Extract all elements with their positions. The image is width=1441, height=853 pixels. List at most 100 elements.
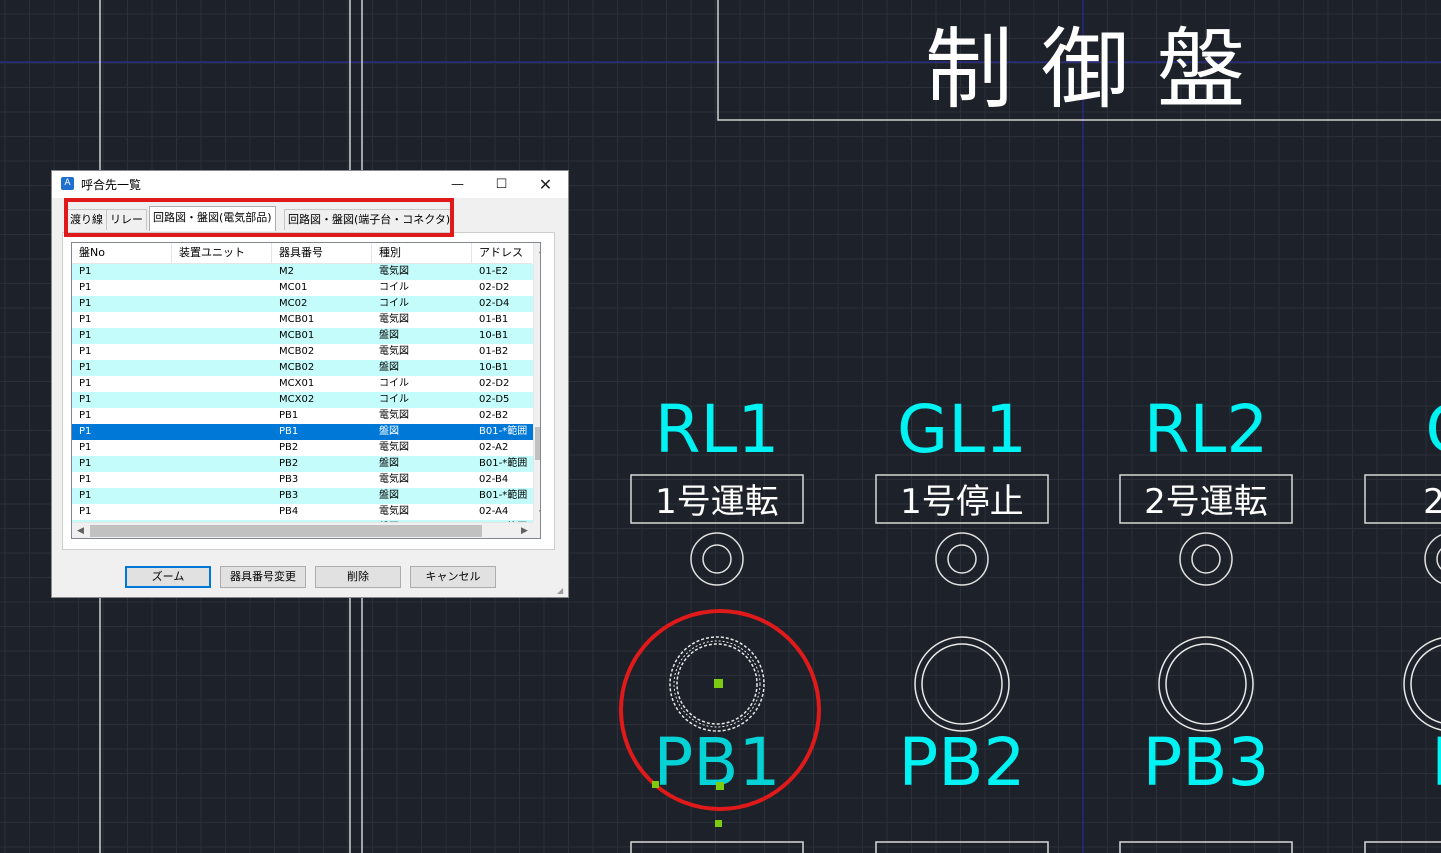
table-cell: 電気図 xyxy=(379,346,409,357)
scroll-left-icon[interactable]: ◀ xyxy=(72,526,89,536)
table-cell: P1 xyxy=(79,330,92,341)
table-cell: 盤図 xyxy=(379,490,399,501)
table-cell: MCX02 xyxy=(279,394,315,405)
name-plate-text[interactable]: 1号停止 xyxy=(900,482,1024,522)
table-row[interactable]: P1 PB3 盤図 B01-*範囲 xyxy=(72,488,533,504)
name-plate-text[interactable]: 2号運転 xyxy=(1144,482,1268,522)
tab-strip: 渡り線 リレー 回路図・盤図(電気部品) 回路図・盤図(端子台・コネクタ) xyxy=(64,206,455,232)
table-row[interactable]: P1 MCB01 盤図 10-B1 xyxy=(72,328,533,344)
grip-point[interactable] xyxy=(714,679,723,688)
lamp-label[interactable]: RL1 xyxy=(655,391,780,468)
grip-point[interactable] xyxy=(715,820,722,827)
table-cell: 電気図 xyxy=(379,506,409,517)
cross-reference-dialog[interactable]: A 呼合先一覧 — ☐ ✕ 渡り線 リレー 回路図・盤図(電気部品) 回路図・盤… xyxy=(51,170,569,598)
column-header-type[interactable]: 種別 xyxy=(372,243,472,263)
column-header-unit[interactable]: 装置ユニット xyxy=(172,243,272,263)
table-cell: P1 xyxy=(79,394,92,405)
reference-list[interactable]: 盤No 装置ユニット 器具番号 種別 アドレス P1 M2 電気図 01-E2 P1 MC… xyxy=(71,242,541,539)
horizontal-scroll-thumb[interactable] xyxy=(90,525,482,537)
table-cell: P1 xyxy=(79,298,92,309)
table-cell: 10-B1 xyxy=(479,362,509,373)
lamp-symbol-inner xyxy=(1436,548,1441,570)
maximize-icon[interactable]: ☐ xyxy=(479,171,524,198)
table-cell: コイル xyxy=(379,282,409,293)
column-header-device-no[interactable]: 器具番号 xyxy=(272,243,372,263)
table-cell: MCB01 xyxy=(279,330,315,341)
grip-point[interactable] xyxy=(652,781,659,788)
table-cell: P1 xyxy=(79,362,92,373)
table-row[interactable]: P1 MC01 コイル 02-D2 xyxy=(72,280,533,296)
column-header-panel-no[interactable]: 盤No xyxy=(72,243,172,263)
table-cell: 01-E2 xyxy=(479,266,509,277)
table-row[interactable]: P1 PB1 電気図 02-B2 xyxy=(72,408,533,424)
resize-grip-icon[interactable]: ◢ xyxy=(557,586,567,596)
push-button-label[interactable]: PB3 xyxy=(1142,724,1269,801)
table-row[interactable]: P1 PB4 電気図 02-A4 xyxy=(72,504,533,520)
table-row[interactable]: P1 MCX02 コイル 02-D5 xyxy=(72,392,533,408)
minimize-icon[interactable]: — xyxy=(435,171,480,198)
table-cell: PB1 xyxy=(279,426,299,437)
table-cell: PB3 xyxy=(279,490,299,501)
lamp-label[interactable]: G xyxy=(1425,391,1441,468)
scroll-down-icon[interactable]: ▼ xyxy=(534,509,540,519)
vertical-scroll-thumb[interactable] xyxy=(535,427,540,460)
horizontal-scrollbar[interactable]: ◀ ▶ xyxy=(72,522,533,538)
table-row[interactable]: P1 M2 電気図 01-E2 xyxy=(72,264,533,280)
tab-electrical-parts[interactable]: 回路図・盤図(電気部品) xyxy=(149,206,276,231)
lamp-label[interactable]: GL1 xyxy=(897,391,1027,468)
lamp-group[interactable]: RL11号運転GL11号停止RL22号運転G2号PB1PB2PB3P xyxy=(630,391,1441,853)
table-cell: 電気図 xyxy=(379,266,409,277)
table-cell: 02-B2 xyxy=(479,410,509,421)
table-cell: 盤図 xyxy=(379,330,399,341)
tab-crossover-wire[interactable]: 渡り線 xyxy=(66,209,107,230)
table-cell: P1 xyxy=(79,490,92,501)
table-cell: P1 xyxy=(79,458,92,469)
tab-terminal-connector[interactable]: 回路図・盤図(端子台・コネクタ) xyxy=(284,209,455,230)
table-cell: 02-B4 xyxy=(479,474,509,485)
table-cell: 02-D5 xyxy=(479,394,510,405)
table-row[interactable]: P1 MC02 コイル 02-D4 xyxy=(72,296,533,312)
table-row-selected[interactable]: P1 PB1 盤図 B01-*範囲 xyxy=(72,424,533,440)
scroll-right-icon[interactable]: ▶ xyxy=(516,526,533,536)
cancel-button[interactable]: キャンセル xyxy=(410,566,496,588)
delete-button[interactable]: 削除 xyxy=(315,566,401,588)
table-row[interactable]: P1 MCX01 コイル 02-D2 xyxy=(72,376,533,392)
table-cell: PB2 xyxy=(279,442,299,453)
table-row[interactable]: P1 PB3 電気図 02-B4 xyxy=(72,472,533,488)
scroll-up-icon[interactable]: ▲ xyxy=(534,245,540,255)
vertical-scrollbar[interactable]: ▲ ▼ xyxy=(533,243,540,522)
table-row[interactable]: P1 MCB02 盤図 10-B1 xyxy=(72,360,533,376)
table-cell: P1 xyxy=(79,506,92,517)
table-row[interactable]: P1 MCB01 電気図 01-B1 xyxy=(72,312,533,328)
lamp-label[interactable]: RL2 xyxy=(1144,391,1269,468)
table-cell: 10-B1 xyxy=(479,330,509,341)
panel-title: 制 御 盤 xyxy=(925,18,1245,121)
name-plate-text[interactable]: 2号 xyxy=(1423,482,1441,522)
table-cell: P1 xyxy=(79,266,92,277)
dialog-titlebar[interactable]: A 呼合先一覧 — ☐ ✕ xyxy=(52,171,568,198)
grip-point[interactable] xyxy=(716,782,724,790)
name-plate-text[interactable]: 1号運転 xyxy=(655,482,779,522)
table-cell: 電気図 xyxy=(379,474,409,485)
table-cell: 盤図 xyxy=(379,362,399,373)
table-row[interactable]: P1 PB2 盤図 B01-*範囲 xyxy=(72,456,533,472)
push-button-label[interactable]: P xyxy=(1431,724,1441,801)
table-row[interactable]: P1 PB2 電気図 02-A2 xyxy=(72,440,533,456)
list-rows: P1 M2 電気図 01-E2 P1 MC01 コイル 02-D2 P1 MC02 コイル 02-D4… xyxy=(72,264,533,536)
push-button-label[interactable]: PB2 xyxy=(898,724,1025,801)
table-cell: P1 xyxy=(79,426,92,437)
table-cell: 01-B2 xyxy=(479,346,509,357)
column-header-address[interactable]: アドレス xyxy=(472,243,533,263)
close-icon[interactable]: ✕ xyxy=(523,171,568,198)
table-cell: P1 xyxy=(79,378,92,389)
table-cell: 01-B1 xyxy=(479,314,509,325)
table-cell: コイル xyxy=(379,298,409,309)
table-cell: 盤図 xyxy=(379,426,399,437)
table-cell: MCX01 xyxy=(279,378,315,389)
rename-device-button[interactable]: 器具番号変更 xyxy=(220,566,306,588)
tab-relay[interactable]: リレー xyxy=(106,209,147,230)
table-row[interactable]: P1 MCB02 電気図 01-B2 xyxy=(72,344,533,360)
zoom-button[interactable]: ズーム xyxy=(125,566,211,588)
table-cell: P1 xyxy=(79,314,92,325)
push-button-symbol-inner xyxy=(921,643,1003,725)
